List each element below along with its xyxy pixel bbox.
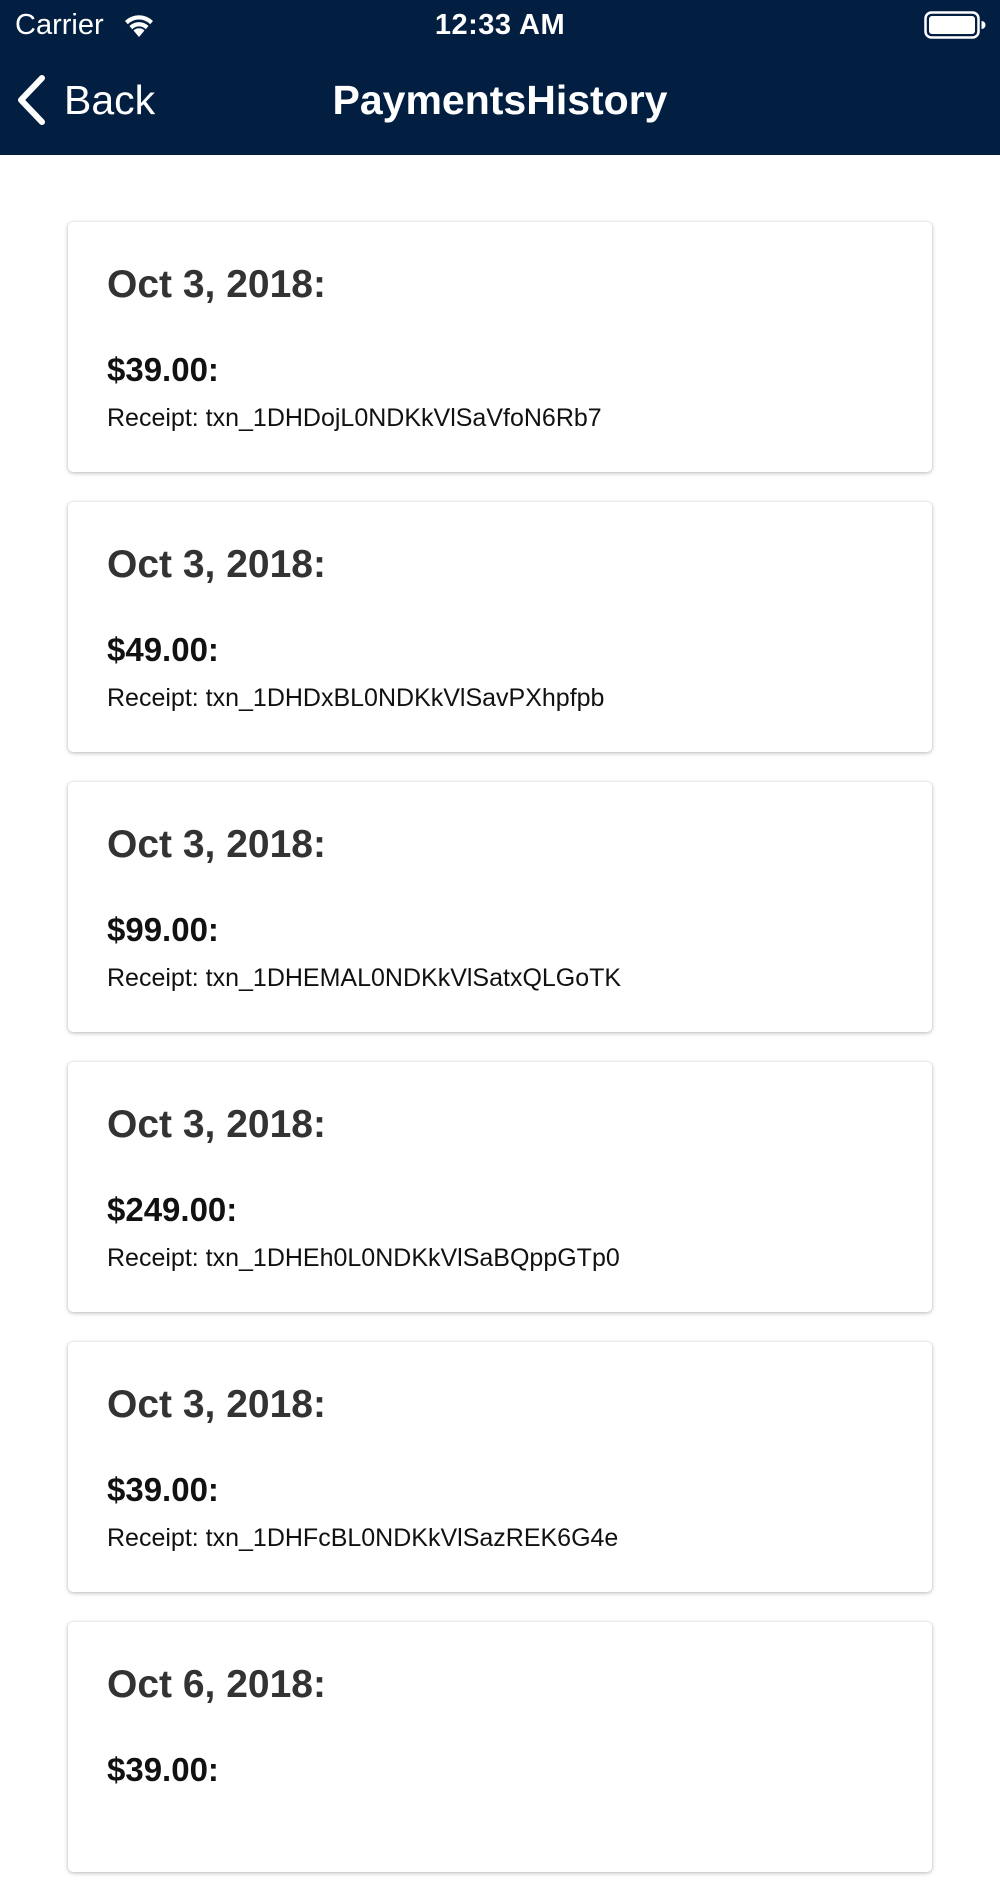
payment-receipt: Receipt: txn_1DHDojL0NDKkVlSaVfoN6Rb7 <box>107 404 602 432</box>
payment-card[interactable]: Oct 3, 2018: $39.00: Receipt: txn_1DHDoj… <box>68 222 932 472</box>
payment-receipt: Receipt: txn_1DHDxBL0NDKkVlSavPXhpfpb <box>107 684 605 712</box>
payment-card[interactable]: Oct 3, 2018: $49.00: Receipt: txn_1DHDxB… <box>68 502 932 752</box>
payment-date: Oct 3, 2018: <box>107 263 326 306</box>
payment-amount: $39.00: <box>107 351 219 388</box>
payment-receipt: Receipt: txn_1DHFcBL0NDKkVlSazREK6G4e <box>107 1524 619 1552</box>
status-bar: Carrier 12:33 AM <box>0 0 1000 50</box>
payment-amount: $49.00: <box>107 631 219 668</box>
payment-receipt: Receipt: txn_1DHEh0L0NDKkVlSaBQppGTp0 <box>107 1244 620 1272</box>
status-time: 12:33 AM <box>434 9 566 41</box>
payment-card[interactable]: Oct 3, 2018: $249.00: Receipt: txn_1DHEh… <box>68 1062 932 1312</box>
app-header: Carrier 12:33 AM Back PaymentsHistory <box>0 0 1000 155</box>
payment-card[interactable]: Oct 3, 2018: $39.00: Receipt: txn_1DHFcB… <box>68 1342 932 1592</box>
payment-date: Oct 6, 2018: <box>107 1663 326 1706</box>
payment-card[interactable]: Oct 6, 2018: $39.00: <box>68 1622 932 1872</box>
payment-receipt: Receipt: txn_1DHEMAL0NDKkVlSatxQLGoTK <box>107 964 622 992</box>
navigation-bar: Back PaymentsHistory <box>0 50 1000 155</box>
payment-amount: $39.00: <box>107 1471 219 1508</box>
payment-date: Oct 3, 2018: <box>107 823 326 866</box>
payment-amount: $249.00: <box>107 1191 238 1228</box>
payment-amount: $39.00: <box>107 1751 219 1788</box>
payment-date: Oct 3, 2018: <box>107 543 326 586</box>
payment-date: Oct 3, 2018: <box>107 1383 326 1426</box>
page-title: PaymentsHistory <box>332 77 668 123</box>
payment-card[interactable]: Oct 3, 2018: $99.00: Receipt: txn_1DHEMA… <box>68 782 932 1032</box>
payment-amount: $99.00: <box>107 911 219 948</box>
battery-full-icon <box>924 11 986 39</box>
payment-date: Oct 3, 2018: <box>107 1103 326 1146</box>
payments-list: Oct 3, 2018: $39.00: Receipt: txn_1DHDoj… <box>68 222 932 1902</box>
